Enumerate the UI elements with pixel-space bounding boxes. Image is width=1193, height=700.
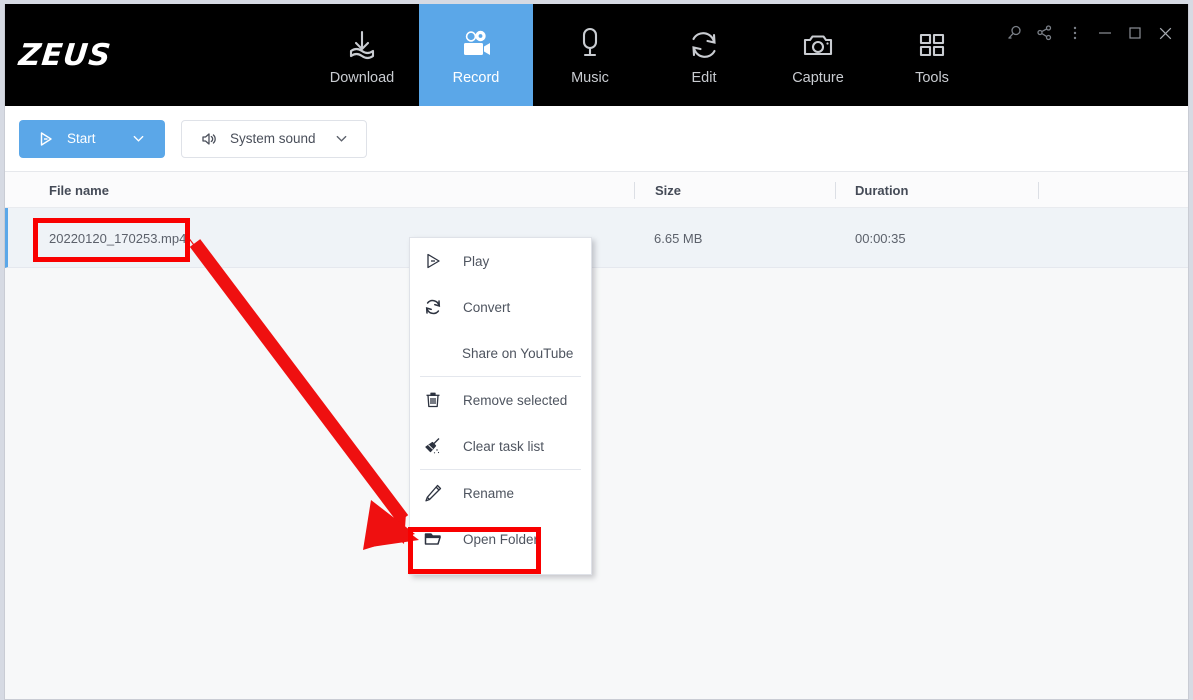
table-empty-area	[5, 268, 1188, 668]
menu-item-play[interactable]: Play	[410, 238, 591, 284]
tab-edit[interactable]: Edit	[647, 4, 761, 106]
speaker-icon	[200, 130, 218, 148]
menu-item-convert[interactable]: Convert	[410, 284, 591, 330]
play-outline-icon	[422, 250, 444, 272]
pencil-icon	[422, 482, 444, 504]
menu-item-rename-label: Rename	[463, 485, 515, 501]
start-button[interactable]: Start	[19, 119, 165, 158]
column-divider[interactable]	[634, 182, 635, 199]
cell-duration: 00:00:35	[855, 230, 906, 246]
menu-item-rename[interactable]: Rename	[410, 470, 591, 516]
share-icon[interactable]	[1030, 18, 1060, 48]
tab-capture[interactable]: Capture	[761, 4, 875, 106]
broom-icon	[422, 435, 444, 457]
zeus-application-window: ZEUS Download Record Music Edit Capture …	[4, 4, 1189, 700]
tab-music-label: Music	[571, 69, 609, 86]
menu-item-clear-task-list[interactable]: Clear task list	[410, 423, 591, 469]
tab-record-label: Record	[452, 69, 500, 86]
table-row[interactable]: 20220120_170253.mp4 6.65 MB 00:00:35	[5, 208, 1188, 268]
chevron-down-icon[interactable]	[132, 132, 145, 145]
tab-record[interactable]: Record	[419, 4, 533, 106]
search-icon[interactable]	[1000, 18, 1030, 48]
menu-item-clear-task-list-label: Clear task list	[463, 438, 545, 454]
tab-capture-label: Capture	[792, 69, 844, 86]
grid-squares-icon	[911, 25, 953, 65]
window-controls	[1000, 18, 1180, 48]
cell-size: 6.65 MB	[654, 230, 703, 246]
download-icon	[341, 25, 383, 65]
close-icon[interactable]	[1150, 18, 1180, 48]
tab-download-label: Download	[329, 69, 395, 86]
tab-tools[interactable]: Tools	[875, 4, 989, 106]
play-icon	[37, 130, 55, 148]
convert-arrows-icon	[683, 25, 725, 65]
video-camera-icon	[455, 25, 497, 65]
recordings-table: File name Size Duration 20220120_170253.…	[5, 172, 1188, 699]
column-divider[interactable]	[835, 182, 836, 199]
menu-item-open-folder-label: Open Folder	[463, 531, 539, 547]
trash-icon	[422, 389, 444, 411]
convert-circular-icon	[422, 296, 444, 318]
column-header-filename[interactable]: File name	[49, 172, 109, 208]
audio-source-dropdown[interactable]: System sound	[181, 119, 367, 158]
more-menu-icon[interactable]	[1060, 18, 1090, 48]
tab-download[interactable]: Download	[305, 4, 419, 106]
cell-filename[interactable]: 20220120_170253.mp4	[49, 208, 186, 268]
menu-item-share-youtube-label: Share on YouTube	[462, 345, 574, 361]
menu-item-open-folder[interactable]: Open Folder	[410, 516, 591, 562]
maximize-icon[interactable]	[1120, 18, 1150, 48]
context-menu: Play Convert Share on YouTube Remove sel…	[409, 237, 592, 575]
app-logo: ZEUS	[5, 4, 305, 106]
menu-item-remove-selected-label: Remove selected	[463, 392, 568, 408]
menu-item-play-label: Play	[463, 253, 490, 269]
folder-icon	[422, 528, 444, 550]
tab-edit-label: Edit	[691, 69, 717, 86]
menu-item-remove-selected[interactable]: Remove selected	[410, 377, 591, 423]
record-toolbar: Start System sound	[5, 106, 1188, 172]
main-nav: Download Record Music Edit Capture Tools	[305, 4, 989, 106]
start-button-label: Start	[67, 131, 96, 146]
microphone-icon	[569, 25, 611, 65]
camera-icon	[797, 25, 839, 65]
column-header-duration[interactable]: Duration	[855, 172, 908, 208]
titlebar: ZEUS Download Record Music Edit Capture …	[5, 4, 1188, 106]
column-header-size[interactable]: Size	[655, 172, 681, 208]
column-divider[interactable]	[1038, 182, 1039, 199]
minimize-icon[interactable]	[1090, 18, 1120, 48]
tab-music[interactable]: Music	[533, 4, 647, 106]
menu-item-convert-label: Convert	[463, 299, 511, 315]
table-header: File name Size Duration	[5, 172, 1188, 208]
menu-item-share-youtube[interactable]: Share on YouTube	[410, 330, 591, 376]
app-logo-text: ZEUS	[17, 37, 114, 73]
tab-tools-label: Tools	[915, 69, 949, 86]
audio-source-label: System sound	[230, 131, 316, 146]
chevron-down-icon[interactable]	[335, 132, 348, 145]
